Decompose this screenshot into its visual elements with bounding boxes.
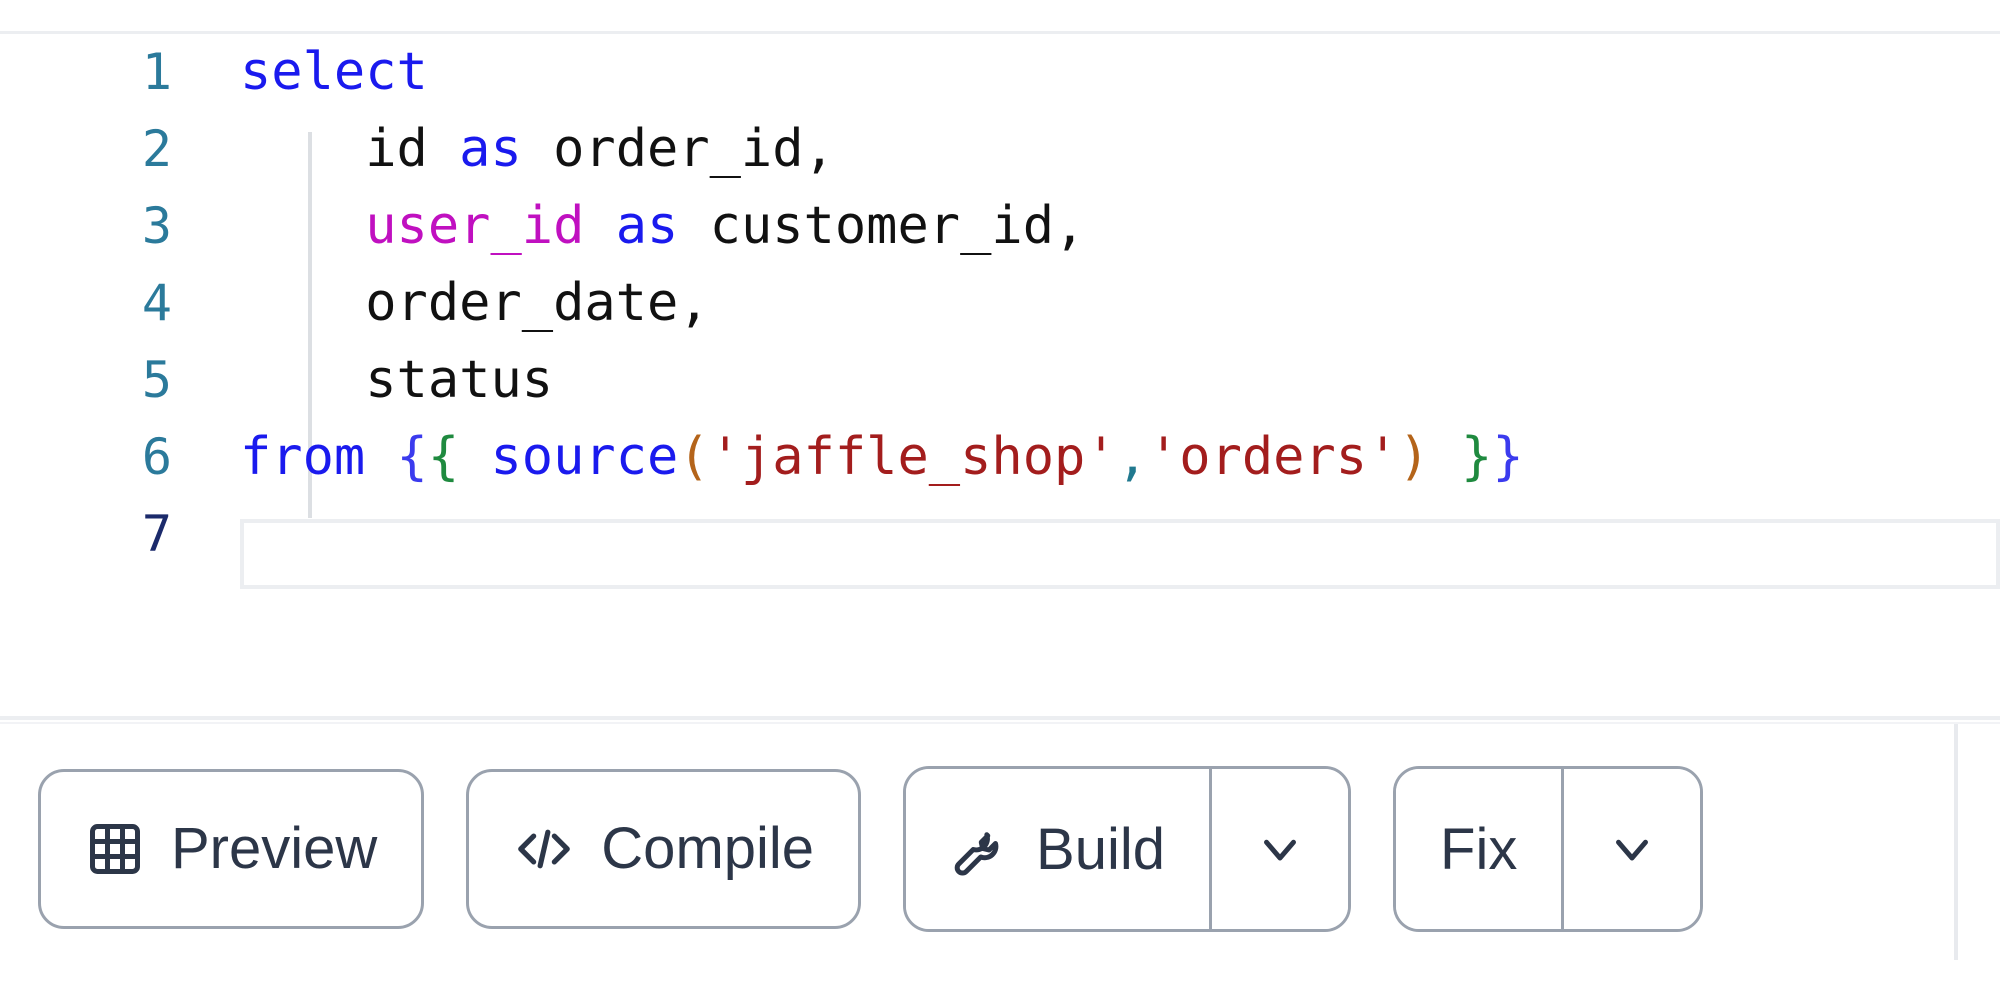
wrench-icon — [950, 819, 1010, 879]
token-comma: , — [1116, 427, 1148, 487]
editor-bottom-divider — [0, 716, 2000, 720]
token-string: 'jaffle_shop' — [709, 427, 1117, 487]
token-jinja-brace-inner: } — [1461, 427, 1493, 487]
token-jinja-function: source — [490, 427, 679, 487]
code-line-text[interactable]: id as order_id, — [240, 111, 835, 188]
code-line[interactable]: 2 id as order_id, — [0, 111, 2000, 188]
code-line[interactable]: 3 user_id as customer_id, — [0, 188, 2000, 265]
token-keyword: as — [615, 196, 679, 256]
gutter-line-number-active: 7 — [141, 505, 172, 563]
code-line[interactable]: 6 from {{ source('jaffle_shop','orders')… — [0, 419, 2000, 496]
build-button-label: Build — [1036, 816, 1166, 882]
token-paren-close: ) — [1398, 427, 1430, 487]
gutter-line-number: 2 — [141, 120, 172, 178]
gutter-line-number: 4 — [141, 274, 172, 332]
fix-dropdown-toggle[interactable] — [1561, 769, 1701, 929]
code-line-text[interactable]: select — [240, 34, 428, 111]
toolbar-right-divider — [1954, 724, 1958, 960]
token-column: user_id — [365, 196, 585, 256]
code-line[interactable]: 1 select — [0, 34, 2000, 111]
gutter-line-number: 5 — [141, 351, 172, 409]
fix-button-label: Fix — [1440, 816, 1518, 882]
gutter-line-number: 3 — [141, 197, 172, 255]
token-keyword: select — [240, 42, 428, 102]
token-identifier: order_date, — [240, 273, 710, 333]
token-identifier: order_id, — [521, 119, 835, 179]
dbt-sql-editor-pane: 1 select 2 id as order_id, 3 user_id as … — [0, 0, 2000, 988]
gutter-line-number: 6 — [141, 428, 172, 486]
code-line-text[interactable]: user_id as customer_id, — [240, 188, 1085, 265]
code-line[interactable]: 5 status — [0, 342, 2000, 419]
toolbar-button-row: Preview Compile Build Fix — [38, 766, 1704, 932]
code-line[interactable]: 4 order_date, — [0, 265, 2000, 342]
chevron-down-icon — [1253, 822, 1307, 876]
gutter-line-number: 1 — [141, 43, 172, 101]
editor-action-toolbar: Preview Compile Build Fix — [0, 724, 2000, 988]
token-keyword: as — [459, 119, 522, 179]
table-icon — [85, 819, 145, 879]
fix-split-button: Fix — [1393, 766, 1704, 932]
token-identifier: status — [240, 350, 554, 410]
fix-button[interactable]: Fix — [1396, 769, 1562, 929]
compile-button[interactable]: Compile — [466, 769, 862, 929]
preview-button-label: Preview — [171, 816, 378, 881]
build-dropdown-toggle[interactable] — [1209, 769, 1349, 929]
code-line-text[interactable]: order_date, — [240, 265, 710, 342]
sql-code-editor[interactable]: 1 select 2 id as order_id, 3 user_id as … — [0, 34, 2000, 720]
code-line-text[interactable]: from {{ source('jaffle_shop','orders') }… — [240, 419, 1524, 496]
preview-button[interactable]: Preview — [38, 769, 425, 929]
token-identifier: id — [240, 119, 460, 179]
token-keyword: from — [240, 427, 366, 487]
compile-button-label: Compile — [601, 816, 815, 881]
token-jinja-brace-inner: { — [427, 427, 460, 487]
active-line-highlight — [240, 519, 2000, 589]
build-split-button: Build — [903, 766, 1352, 932]
code-brackets-icon — [513, 818, 575, 880]
token-identifier: customer_id, — [678, 196, 1086, 256]
token-jinja-brace-outer: { — [396, 427, 428, 487]
token-string: 'orders' — [1147, 427, 1399, 487]
token-paren-open: ( — [678, 427, 710, 487]
token-jinja-brace-outer: } — [1492, 427, 1524, 487]
code-line-text[interactable]: status — [240, 342, 553, 419]
chevron-down-icon — [1605, 822, 1659, 876]
build-button[interactable]: Build — [906, 769, 1210, 929]
